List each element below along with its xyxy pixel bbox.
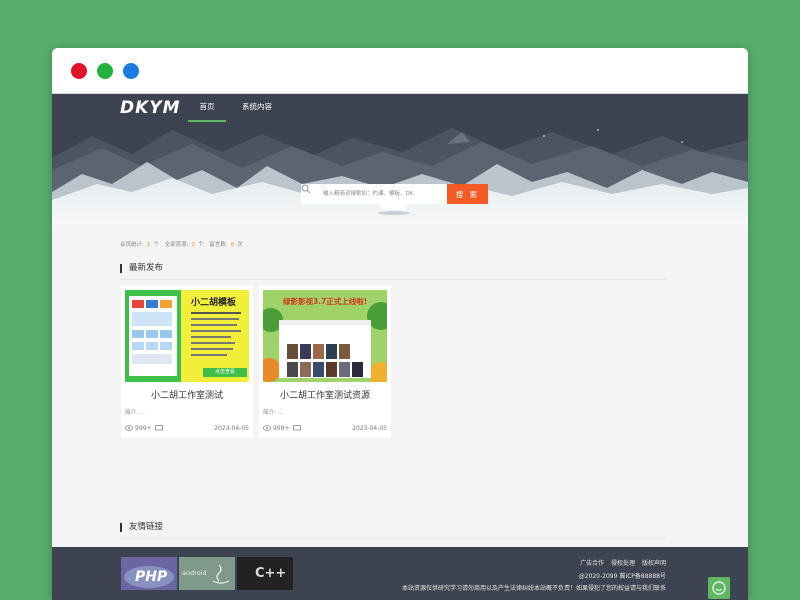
card-description: 简介: ... [125, 410, 145, 416]
card-thumbnail[interactable]: 绿影影视3.7正式上线啦! [263, 290, 387, 382]
resource-card[interactable]: 绿影影视3.7正式上线啦! 小二胡工作室测试资源 简介: ... 999+ 20… [259, 286, 391, 438]
copyright-text: @2020-2099 冀ICP备88888号 [578, 573, 666, 580]
website: DKYM 首页 系统内容 输入精简词搜索如：约课、模板、DK 搜 索 会员统计:… [52, 94, 748, 600]
search-input[interactable] [301, 184, 447, 204]
section-divider [120, 279, 666, 280]
chat-button[interactable] [708, 577, 730, 599]
resources-unit: 个 [197, 242, 204, 248]
members-unit: 个 [153, 242, 159, 248]
card-title[interactable]: 小二胡工作室测试 [121, 388, 253, 401]
members-label: 会员统计: [120, 242, 144, 248]
friend-link-cpp[interactable]: C++ [237, 557, 293, 590]
mountain-illustration [52, 128, 748, 226]
site-logo[interactable]: DKYM [120, 98, 181, 118]
cpp-logo-text: C++ [255, 566, 287, 581]
top-navbar: DKYM 首页 系统内容 [52, 94, 748, 122]
footer-link-ads[interactable]: 广告合作 [580, 560, 604, 567]
view-count-value: 999+ [135, 425, 152, 432]
resources-label: 全部资源: [164, 242, 189, 248]
window-titlebar [52, 48, 748, 94]
android-logo-text: android [182, 569, 207, 577]
eye-icon [125, 425, 133, 431]
browser-window: DKYM 首页 系统内容 输入精简词搜索如：约课、模板、DK 搜 索 会员统计:… [52, 48, 748, 600]
comments-count: 0 [230, 242, 235, 248]
hero-banner: 搜 索 [52, 122, 748, 226]
close-window-button[interactable] [71, 63, 87, 79]
card-date: 2023-04-05 [352, 425, 387, 432]
nav-item-home[interactable]: 首页 [188, 94, 226, 122]
comments-unit: 次 [237, 242, 243, 248]
chat-icon [712, 581, 726, 595]
view-count: 999+ [125, 425, 151, 432]
thumb-heading: 绿影影视3.7正式上线啦! [283, 297, 368, 306]
search-bar: 搜 索 [301, 184, 488, 204]
card-title[interactable]: 小二胡工作室测试资源 [259, 388, 391, 401]
section-divider [120, 538, 666, 539]
card-description: 简介: ... [263, 410, 283, 416]
footer-link-infringement[interactable]: 侵权处理 [611, 560, 635, 567]
footer-links: 广告合作 侵权处理 版权声明 [575, 558, 666, 567]
view-count: 999+ [263, 425, 289, 432]
php-logo-text: PHP [135, 569, 168, 585]
disclaimer-text: 本站资源仅供研究学习请勿商用以及产生法律纠纷本站概不负责！如果侵犯了您的权益请与… [401, 585, 666, 592]
view-count-value: 999+ [273, 425, 290, 432]
minimize-window-button[interactable] [97, 63, 113, 79]
latest-section-title: 最新发布 [120, 264, 163, 273]
comment-icon [293, 425, 301, 431]
search-icon [301, 184, 311, 194]
resources-count: 2 [191, 242, 195, 248]
eye-icon [263, 425, 271, 431]
resource-card[interactable]: 小二胡模板 点击查看 小二胡工作室测试 简介: ... 999+ 2023-04… [121, 286, 253, 438]
nav-item-system-content[interactable]: 系统内容 [234, 94, 280, 122]
footer-link-copyright[interactable]: 版权声明 [642, 560, 666, 567]
members-count: 1 [146, 242, 151, 248]
card-date: 2023-04-05 [214, 425, 249, 432]
friend-links-title: 友情链接 [120, 523, 163, 532]
comment-icon [155, 425, 163, 431]
comments-label: 留言数: [209, 242, 228, 248]
thumb-heading: 小二胡模板 [191, 298, 237, 308]
site-footer: PHP android C++ 广告合作 侵权处理 版权声明 @2020-209… [52, 547, 748, 600]
card-thumbnail[interactable]: 小二胡模板 点击查看 [125, 290, 249, 382]
maximize-window-button[interactable] [123, 63, 139, 79]
thumb-view-button: 点击查看 [203, 368, 247, 377]
search-button[interactable]: 搜 索 [447, 184, 488, 204]
friend-link-php[interactable]: PHP [121, 557, 177, 590]
friend-link-android-java[interactable]: android [179, 557, 235, 590]
site-stats: 会员统计: 1 个 全部资源: 2 个 留言数: 0 次 [120, 240, 243, 248]
